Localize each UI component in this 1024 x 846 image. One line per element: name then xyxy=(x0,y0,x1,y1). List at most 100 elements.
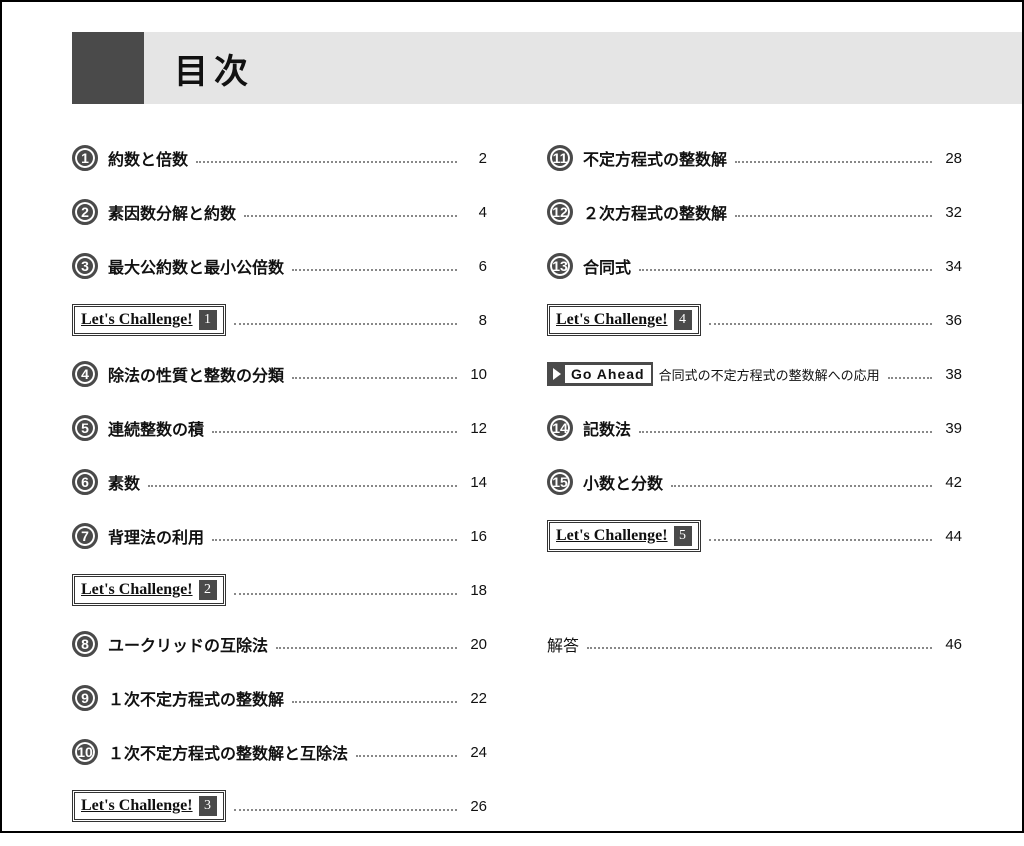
dot-leader xyxy=(196,161,457,163)
page-number: 18 xyxy=(465,582,487,599)
chapter-title: 約数と倍数 xyxy=(108,146,188,170)
dot-leader xyxy=(356,755,457,757)
toc-row: Let's Challenge!436 xyxy=(547,306,962,334)
toc-row: 6 素数 14 xyxy=(72,468,487,496)
page-number: 46 xyxy=(940,636,962,653)
page-number: 20 xyxy=(465,636,487,653)
toc-row xyxy=(547,576,962,604)
dot-leader xyxy=(587,647,932,649)
challenge-badge: Let's Challenge! 3 xyxy=(72,790,226,822)
chapter-number-badge: 6 xyxy=(72,469,98,495)
dot-leader xyxy=(735,161,932,163)
dot-leader xyxy=(735,215,932,217)
dot-leader xyxy=(639,269,932,271)
goahead-label: Go Ahead xyxy=(565,365,651,383)
chapter-number-badge: 7 xyxy=(72,523,98,549)
toc-row: Let's Challenge! 2 18 xyxy=(72,576,487,604)
chapter-number-badge: 12 xyxy=(547,199,573,225)
page-number: 6 xyxy=(465,258,487,275)
goahead-badge: Go Ahead xyxy=(547,362,653,386)
page-number: 26 xyxy=(465,798,487,815)
challenge-label: Let's Challenge! xyxy=(81,581,193,599)
page-number: 4 xyxy=(465,204,487,221)
challenge-badge: Let's Challenge!4 xyxy=(547,304,701,336)
page-number: 8 xyxy=(465,312,487,329)
chapter-title: 記数法 xyxy=(583,416,631,440)
toc-columns: 1約数と倍数22素因数分解と約数43最大公約数と最小公倍数6Let's Chal… xyxy=(2,144,1022,846)
dot-leader xyxy=(212,431,457,433)
chapter-title: １次不定方程式の整数解 xyxy=(108,686,284,710)
toc-row: 3 最大公約数と最小公倍数 6 xyxy=(72,252,487,280)
toc-row: 8ユークリッドの互除法20 xyxy=(72,630,487,658)
chapter-number-badge: 1 xyxy=(72,145,98,171)
chapter-number-badge: 3 xyxy=(72,253,98,279)
dot-leader xyxy=(639,431,932,433)
dot-leader xyxy=(234,593,457,595)
page-number: 22 xyxy=(465,690,487,707)
challenge-badge: Let's Challenge! 2 xyxy=(72,574,226,606)
chapter-number-badge: 8 xyxy=(72,631,98,657)
page-number: 2 xyxy=(465,150,487,167)
toc-row: 13合同式34 xyxy=(547,252,962,280)
chapter-title: 最大公約数と最小公倍数 xyxy=(108,254,284,278)
challenge-number: 2 xyxy=(199,580,217,600)
dot-leader xyxy=(888,377,932,379)
chapter-number-badge: 15 xyxy=(547,469,573,495)
toc-row: 14記数法39 xyxy=(547,414,962,442)
challenge-label: Let's Challenge! xyxy=(81,797,193,815)
dot-leader xyxy=(292,701,457,703)
chapter-title: 素数 xyxy=(108,470,140,494)
page-header: 目次 xyxy=(2,32,1022,104)
chapter-number-badge: 5 xyxy=(72,415,98,441)
challenge-number: 1 xyxy=(199,310,217,330)
dot-leader xyxy=(234,323,457,325)
dot-leader xyxy=(709,539,932,541)
chapter-title: 合同式 xyxy=(583,254,631,278)
challenge-label: Let's Challenge! xyxy=(556,527,668,545)
page-number: 39 xyxy=(940,420,962,437)
challenge-badge: Let's Challenge! 1 xyxy=(72,304,226,336)
chapter-title: 背理法の利用 xyxy=(108,524,204,548)
toc-row: 1 約数と倍数 2 xyxy=(72,144,487,172)
toc-row: Let's Challenge!544 xyxy=(547,522,962,550)
page-number: 10 xyxy=(465,366,487,383)
page-number: 44 xyxy=(940,528,962,545)
dot-leader xyxy=(148,485,457,487)
dot-leader xyxy=(292,377,457,379)
toc-right-column: 11不定方程式の整数解2812２次方程式の整数解3213合同式34Let's C… xyxy=(547,144,962,846)
toc-row: Go Ahead合同式の不定方程式の整数解への応用38 xyxy=(547,360,962,388)
chapter-title: ２次方程式の整数解 xyxy=(583,200,727,224)
dot-leader xyxy=(212,539,457,541)
page-number: 34 xyxy=(940,258,962,275)
page-number: 32 xyxy=(940,204,962,221)
toc-row: 12 ２次方程式の整数解 32 xyxy=(547,198,962,226)
toc-row: 5連続整数の積12 xyxy=(72,414,487,442)
dot-leader xyxy=(709,323,932,325)
header-band: 目次 xyxy=(144,32,1022,104)
toc-row: 15 小数と分数 42 xyxy=(547,468,962,496)
chapter-number-badge: 10 xyxy=(72,739,98,765)
page-number: 24 xyxy=(465,744,487,761)
toc-row: 7背理法の利用16 xyxy=(72,522,487,550)
toc-row: Let's Challenge! 1 8 xyxy=(72,306,487,334)
dot-leader xyxy=(276,647,457,649)
dot-leader xyxy=(234,809,457,811)
challenge-label: Let's Challenge! xyxy=(81,311,193,329)
page-number: 14 xyxy=(465,474,487,491)
page-title: 目次 xyxy=(174,44,254,93)
challenge-number: 4 xyxy=(674,310,692,330)
dot-leader xyxy=(244,215,457,217)
page-number: 28 xyxy=(940,150,962,167)
toc-left-column: 1約数と倍数22素因数分解と約数43最大公約数と最小公倍数6Let's Chal… xyxy=(72,144,487,846)
toc-row: 解答46 xyxy=(547,630,962,658)
chapter-title: １次不定方程式の整数解と互除法 xyxy=(108,740,348,764)
header-accent-block xyxy=(72,32,144,104)
page-number: 42 xyxy=(940,474,962,491)
toc-row: 9１次不定方程式の整数解22 xyxy=(72,684,487,712)
chapter-title: 素因数分解と約数 xyxy=(108,200,236,224)
goahead-subtitle: 合同式の不定方程式の整数解への応用 xyxy=(659,365,880,384)
challenge-number: 3 xyxy=(199,796,217,816)
chapter-title: 小数と分数 xyxy=(583,470,663,494)
chapter-title: 除法の性質と整数の分類 xyxy=(108,362,284,386)
dot-leader xyxy=(671,485,932,487)
